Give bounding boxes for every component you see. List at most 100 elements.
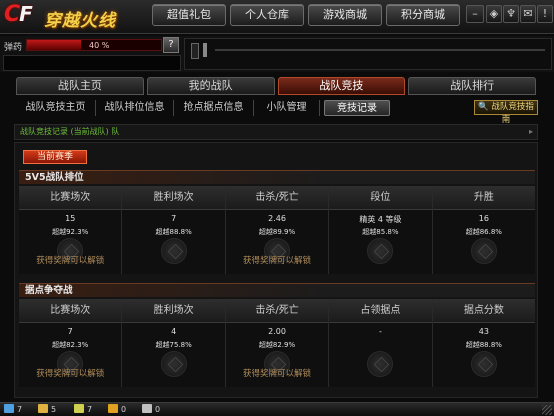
- volume-slider-track[interactable]: [215, 49, 545, 51]
- stat-rank: [329, 337, 431, 340]
- status-row: 弹药 40 % ?: [0, 36, 554, 72]
- medal-badge-icon: [160, 351, 187, 377]
- stat-value: 7: [67, 327, 73, 336]
- stat-column: 段位 精英 4 等级 超越85.8%: [329, 186, 433, 274]
- hp-bar-fill: [27, 40, 81, 50]
- help-button[interactable]: ?: [163, 37, 179, 53]
- subtab-competition-home[interactable]: 战队竞技主页: [16, 100, 96, 116]
- stat-value: 7: [171, 214, 177, 223]
- stat-cell: 7 超越88.8%: [122, 210, 225, 274]
- stat-cell: 43 超越88.8%: [432, 323, 536, 387]
- stat-column: 击杀/死亡 2.00 超越82.9% 获得奖牌可以解锁: [225, 299, 330, 387]
- stat-header: 胜利场次: [122, 299, 225, 323]
- medal-unlock-note: 获得奖牌可以解锁: [243, 369, 312, 379]
- tab-clan-ranking[interactable]: 战队排行: [408, 77, 536, 95]
- chevron-right-icon[interactable]: ▸: [529, 125, 533, 139]
- volume-slider-panel: [184, 38, 552, 70]
- medal-unlock-note: 获得奖牌可以解锁: [243, 256, 312, 266]
- stat-header: 比赛场次: [19, 186, 122, 210]
- stat-header: 升胜: [432, 186, 536, 210]
- message-counter[interactable]: 0: [108, 404, 126, 416]
- medal-badge-icon: [470, 238, 497, 264]
- top-bar: CF 穿越火线 超值礼包 个人仓库 游戏商城 积分商城 – ◈ ♆ ✉ !: [0, 0, 554, 34]
- online-friends-counter[interactable]: 7: [4, 404, 22, 416]
- nav-gift-pack-button[interactable]: 超值礼包: [152, 4, 226, 26]
- main-tab-bar: 战队主页 我的战队 战队竞技 战队排行: [16, 77, 536, 95]
- resize-grip-icon[interactable]: [542, 405, 552, 415]
- tab-my-clan[interactable]: 我的战队: [146, 77, 275, 95]
- section-stronghold-title: 据点争夺战: [19, 283, 535, 297]
- stat-value: 2.46: [268, 214, 286, 223]
- chat-input[interactable]: [3, 55, 181, 71]
- record-content-panel: 当前赛季 5V5战队排位 比赛场次 15 超越92.3% 获得奖牌可以解锁 胜利…: [14, 142, 538, 398]
- stat-value: 精英 4 等级: [359, 215, 402, 224]
- stat-cell: -: [329, 323, 432, 387]
- record-path-text: 战队竞技记录 (当前战队) 队: [20, 127, 120, 136]
- alert-icon[interactable]: !: [537, 5, 553, 23]
- trophy-icon[interactable]: ♆: [503, 5, 519, 23]
- competition-guide-button[interactable]: 🔍 战队竞技指南: [474, 100, 538, 125]
- stat-column: 击杀/死亡 2.46 超越89.9% 获得奖牌可以解锁: [225, 186, 330, 274]
- stat-column: 胜利场次 7 超越88.8%: [122, 186, 226, 274]
- medal-badge-icon: [160, 238, 187, 264]
- subtab-stronghold-info[interactable]: 抢点据点信息: [174, 100, 254, 116]
- subtab-rank-info[interactable]: 战队排位信息: [96, 100, 174, 116]
- game-logo: CF 穿越火线: [2, 2, 152, 32]
- stats-table-stronghold: 比赛场次 7 超越82.3% 获得奖牌可以解锁 胜利场次 4 超越75.8% 击…: [19, 299, 536, 387]
- volume-slider-handle[interactable]: [203, 43, 207, 57]
- stat-header: 击杀/死亡: [225, 299, 329, 323]
- stat-rank: 超越85.8%: [362, 228, 399, 236]
- stat-value: -: [378, 327, 382, 336]
- stat-rank: 超越82.9%: [258, 341, 296, 349]
- stat-value: 16: [478, 214, 489, 223]
- stat-value: 43: [478, 327, 489, 336]
- stat-rank: 超越88.8%: [155, 228, 192, 236]
- stat-column: 占领据点 -: [329, 299, 433, 387]
- medal-unlock-note: 获得奖牌可以解锁: [36, 256, 105, 266]
- stat-cell: 2.46 超越89.9% 获得奖牌可以解锁: [225, 210, 329, 274]
- subtab-squad-management[interactable]: 小队管理: [254, 100, 320, 116]
- stat-rank: 超越89.9%: [258, 228, 296, 236]
- minimize-icon[interactable]: –: [466, 5, 484, 23]
- mail-icon: [142, 404, 152, 413]
- competition-guide-label: 战队竞技指南: [491, 102, 534, 125]
- bottom-status-bar: 7 5 7 0 0: [0, 402, 554, 416]
- tab-clan-home[interactable]: 战队主页: [16, 77, 144, 95]
- stat-column: 比赛场次 7 超越82.3% 获得奖牌可以解锁: [19, 299, 123, 387]
- stat-rank: 超越82.3%: [52, 341, 89, 349]
- stat-cell: 4 超越75.8%: [122, 323, 225, 387]
- speaker-icon: [191, 43, 199, 59]
- stat-header: 比赛场次: [19, 299, 122, 323]
- stat-header: 据点分数: [432, 299, 536, 323]
- stats-table-5v5: 比赛场次 15 超越92.3% 获得奖牌可以解锁 胜利场次 7 超越88.8% …: [19, 186, 536, 274]
- mail-icon[interactable]: ✉: [520, 5, 536, 23]
- clan-counter[interactable]: 7: [74, 404, 92, 416]
- nav-points-shop-button[interactable]: 积分商城: [386, 4, 460, 26]
- section-5v5-title: 5V5战队排位: [19, 170, 535, 184]
- ammo-label: 弹药: [4, 43, 23, 53]
- team-counter[interactable]: 5: [38, 404, 56, 416]
- mail-counter[interactable]: 0: [142, 404, 160, 416]
- medal-badge-icon: [470, 351, 497, 377]
- stat-column: 据点分数 43 超越88.8%: [432, 299, 536, 387]
- tab-clan-competition[interactable]: 战队竞技: [277, 77, 406, 95]
- stat-value: 4: [171, 327, 177, 336]
- stat-value: 2.00: [268, 327, 286, 336]
- nav-shop-button[interactable]: 游戏商城: [308, 4, 382, 26]
- stat-header: 击杀/死亡: [225, 186, 329, 210]
- subtab-competition-record[interactable]: 竞技记录: [324, 100, 390, 116]
- medal-badge-icon: [367, 351, 394, 377]
- current-season-button[interactable]: 当前赛季: [23, 150, 87, 164]
- friends-icon: [4, 404, 14, 413]
- logo-mark: CF: [4, 2, 33, 27]
- stat-header: 占领据点: [329, 299, 432, 323]
- logo-text: 穿越火线: [44, 11, 116, 31]
- stat-cell: 2.00 超越82.9% 获得奖牌可以解锁: [225, 323, 329, 387]
- nav-warehouse-button[interactable]: 个人仓库: [230, 4, 304, 26]
- stat-rank: 超越75.8%: [155, 341, 192, 349]
- shield-icon[interactable]: ◈: [486, 5, 502, 23]
- stat-column: 胜利场次 4 超越75.8%: [122, 299, 226, 387]
- stat-cell: 16 超越86.8%: [432, 210, 536, 274]
- stat-header: 段位: [329, 186, 432, 210]
- stat-rank: 超越88.8%: [465, 341, 502, 349]
